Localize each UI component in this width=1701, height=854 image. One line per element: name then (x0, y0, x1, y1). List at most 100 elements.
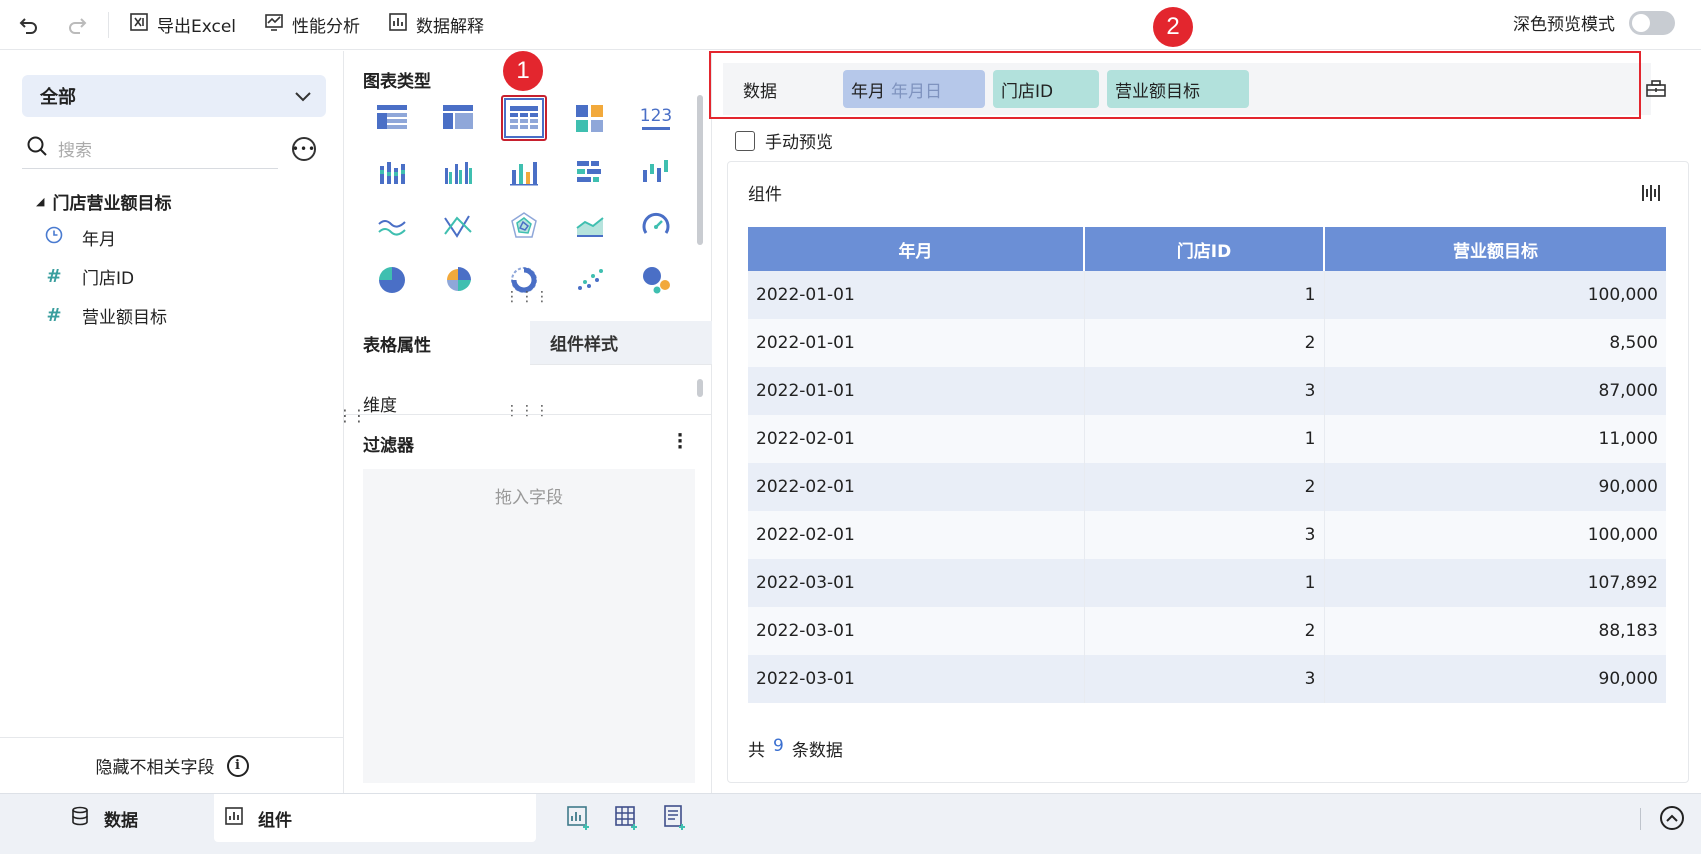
table-cell: 2 (1084, 607, 1325, 655)
field-item[interactable]: # 门店ID (44, 264, 134, 289)
dimension-label: 维度 (363, 396, 397, 416)
table-cell: 107,892 (1324, 559, 1666, 607)
row-resize-handle[interactable]: ⋮⋮⋮ (505, 289, 550, 305)
field-item[interactable]: # 营业额目标 (44, 303, 167, 328)
chart-type-stacked-bar[interactable] (369, 149, 415, 195)
table-cell: 2022-01-01 (748, 319, 1085, 367)
row-resize-handle-2[interactable]: ⋮⋮⋮ (505, 403, 550, 419)
dataset-select[interactable]: 全部 (22, 75, 326, 117)
info-icon[interactable]: i (226, 754, 249, 777)
table-cell: 2 (1084, 463, 1325, 511)
dark-preview-toggle[interactable] (1629, 10, 1675, 35)
performance-icon (264, 12, 284, 37)
chart-type-radar[interactable] (501, 203, 547, 249)
hide-unrelated-fields[interactable]: 隐藏不相关字段 i (0, 737, 344, 793)
manual-preview[interactable]: 手动预览 (735, 128, 833, 153)
table-row: 2022-02-01 2 90,000 (748, 463, 1666, 511)
chart-type-pie[interactable] (369, 257, 415, 303)
number-chart-label: 123 (640, 106, 672, 126)
chart-config-panel: 图表类型 1 123 ⋮⋮⋮ 表格属性 组件样式 维度 ⋮⋮⋮ 过滤器 · · … (345, 51, 712, 793)
table-cell: 1 (1084, 559, 1325, 607)
table-cell: 3 (1084, 511, 1325, 559)
redo-icon[interactable] (62, 10, 92, 40)
drop-hint: 拖入字段 (495, 488, 563, 508)
chart-type-indicator[interactable]: 123 (633, 95, 679, 141)
tab-data-label: 数据 (104, 810, 138, 831)
add-table-icon[interactable] (614, 804, 640, 835)
filter-label: 过滤器 (363, 436, 414, 456)
data-explain-label: 数据解释 (416, 17, 485, 37)
tab-data[interactable]: 数据 (70, 794, 138, 842)
table-cell: 3 (1084, 655, 1325, 703)
filter-more-icon[interactable]: · · · (675, 427, 685, 457)
chart-type-column[interactable] (501, 149, 547, 195)
tab-table-properties[interactable]: 表格属性 (345, 321, 530, 365)
manual-preview-label: 手动预览 (765, 133, 833, 153)
add-chart-icon[interactable] (566, 804, 592, 835)
search-icon (26, 135, 48, 162)
chart-type-rose[interactable] (435, 257, 481, 303)
table-tree-title: 门店营业额目标 (52, 194, 172, 214)
chart-type-horizontal-bar[interactable] (567, 149, 613, 195)
data-explain-icon (388, 12, 408, 37)
column-header[interactable]: 年月 (748, 227, 1085, 271)
column-header[interactable]: 门店ID (1084, 227, 1325, 271)
field-item[interactable]: 年月 (44, 225, 116, 250)
manual-preview-checkbox[interactable] (735, 130, 755, 151)
chart-type-grouped-bar[interactable] (435, 149, 481, 195)
search-row: 搜索 ••• (22, 129, 326, 169)
chart-type-multi-line[interactable] (435, 203, 481, 249)
table-cell: 2 (1084, 319, 1325, 367)
clock-icon (44, 226, 64, 249)
table-tree-node[interactable]: ◢ 门店营业额目标 (36, 189, 171, 214)
table-cell: 2022-03-01 (748, 559, 1085, 607)
table-row: 2022-03-01 3 90,000 (748, 655, 1666, 703)
export-excel-button[interactable]: 导出Excel (115, 7, 250, 43)
field-label: 年月 (82, 230, 116, 250)
chart-type-waterfall[interactable] (633, 149, 679, 195)
add-text-icon[interactable] (662, 804, 688, 835)
table-cell: 3 (1084, 367, 1325, 415)
chevron-down-icon (294, 86, 312, 107)
tab-component[interactable]: 组件 (214, 794, 536, 842)
row-count-value: 9 (773, 736, 784, 756)
chart-type-group-table[interactable] (435, 95, 481, 141)
collapse-triangle-icon: ◢ (36, 195, 45, 208)
table-cell: 2022-02-01 (748, 463, 1085, 511)
bottom-divider (1640, 808, 1641, 830)
table-cell: 90,000 (1324, 655, 1666, 703)
dataset-select-value: 全部 (40, 87, 76, 108)
chart-type-scrollbar[interactable] (697, 95, 703, 245)
column-header[interactable]: 营业额目标 (1324, 227, 1666, 271)
table-row: 2022-03-01 2 88,183 (748, 607, 1666, 655)
chart-type-detail-table[interactable] (369, 95, 415, 141)
chart-type-gauge[interactable] (633, 203, 679, 249)
chart-type-card[interactable] (567, 95, 613, 141)
property-tabs: 表格属性 组件样式 (345, 321, 712, 365)
column-settings-icon[interactable] (1640, 182, 1662, 209)
more-options-icon[interactable]: ••• (292, 137, 316, 161)
data-table: 年月 门店ID 营业额目标 2022-01-01 1 100,000 2022-… (748, 227, 1666, 703)
chart-type-scatter[interactable] (567, 257, 613, 303)
tab-component-style[interactable]: 组件样式 (530, 321, 712, 365)
hash-icon: # (46, 266, 62, 287)
performance-analysis-button[interactable]: 性能分析 (250, 7, 374, 43)
chart-type-grid: 123 (359, 95, 695, 311)
data-explain-button[interactable]: 数据解释 (374, 7, 498, 43)
toolbox-icon[interactable] (1645, 77, 1669, 101)
chart-type-area[interactable] (567, 203, 613, 249)
search-placeholder: 搜索 (58, 141, 92, 161)
table-cell: 87,000 (1324, 367, 1666, 415)
property-scrollbar[interactable] (697, 379, 703, 397)
export-excel-label: 导出Excel (157, 17, 237, 37)
chart-type-cross-table[interactable] (501, 95, 547, 141)
filter-drop-zone[interactable]: 拖入字段 (363, 469, 695, 783)
chart-type-line[interactable] (369, 203, 415, 249)
table-cell: 100,000 (1324, 271, 1666, 319)
preview-panel: 数据 年月 年月日 门店ID 营业额目标 2 手动预览 组件 年月 门店ID 营… (713, 7, 1701, 793)
undo-icon[interactable] (14, 10, 44, 40)
chevron-up-icon[interactable] (1660, 806, 1684, 830)
chart-type-bubble[interactable] (633, 257, 679, 303)
search-input[interactable]: 搜索 (22, 129, 278, 169)
table-row: 2022-02-01 3 100,000 (748, 511, 1666, 559)
